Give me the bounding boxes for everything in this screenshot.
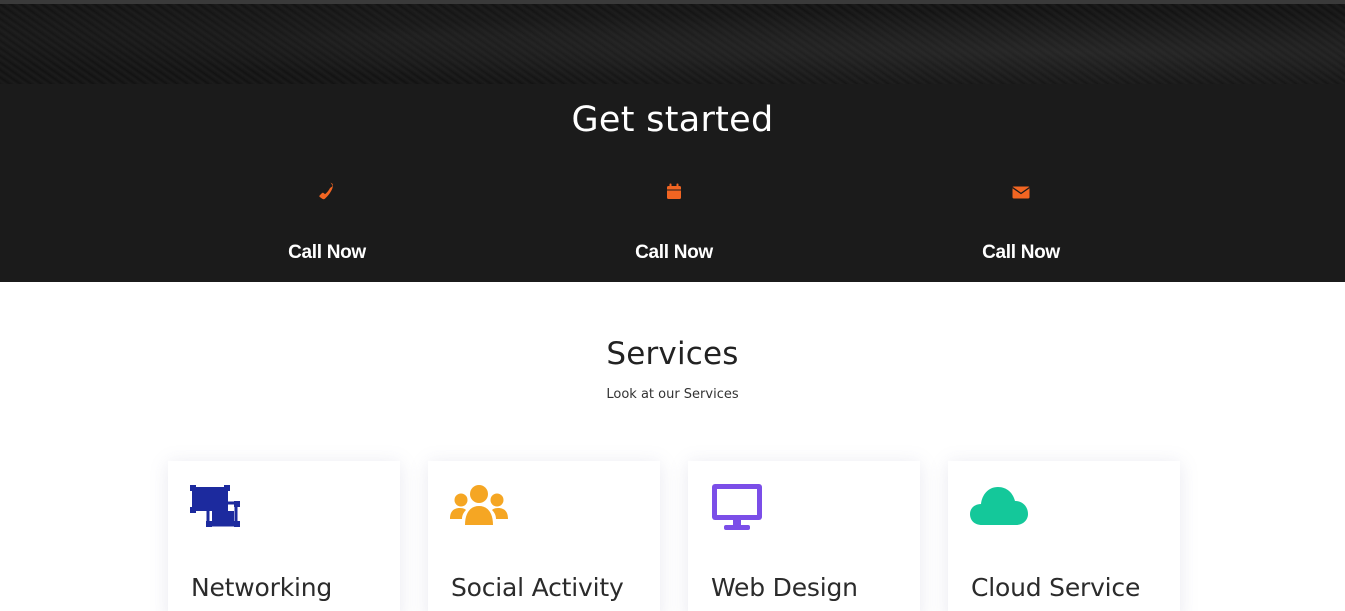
service-card-networking[interactable]: Networking	[168, 461, 400, 611]
get-started-title: Get started	[571, 100, 774, 140]
service-title: Networking	[191, 573, 333, 602]
contact-item-email[interactable]: Call Now	[921, 180, 1121, 264]
services-title: Services	[606, 336, 739, 372]
monitor-icon	[710, 483, 770, 531]
service-card-web-design[interactable]: Web Design	[688, 461, 920, 611]
call-now-label: Call Now	[288, 242, 366, 263]
hero-background	[0, 4, 1345, 84]
calendar-icon	[662, 180, 686, 204]
contact-item-calendar[interactable]: Call Now	[574, 180, 774, 264]
networking-icon	[190, 483, 250, 531]
service-card-social-activity[interactable]: Social Activity	[428, 461, 660, 611]
cloud-icon	[970, 483, 1030, 531]
envelope-icon	[1009, 180, 1033, 204]
service-card-cloud-service[interactable]: Cloud Service	[948, 461, 1180, 611]
services-subtitle: Look at our Services	[606, 387, 739, 402]
contact-item-phone[interactable]: Call Now	[227, 180, 427, 264]
service-title: Cloud Service	[971, 573, 1141, 602]
call-now-label: Call Now	[982, 242, 1060, 263]
users-icon	[450, 483, 510, 531]
service-title: Web Design	[711, 573, 858, 602]
service-title: Social Activity	[451, 573, 624, 602]
call-now-label: Call Now	[635, 242, 713, 263]
phone-icon	[315, 180, 339, 204]
